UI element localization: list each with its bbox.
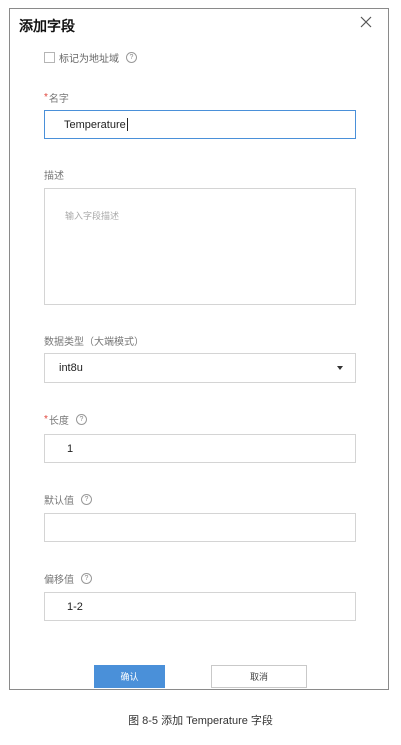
description-textarea[interactable]: 输入字段描述 — [44, 188, 356, 305]
address-field-checkbox-row: 标记为地址域 ? — [44, 50, 137, 65]
required-mark: * — [44, 92, 48, 103]
confirm-button[interactable]: 确认 — [94, 665, 165, 688]
default-value-label-text: 默认值 — [44, 496, 74, 507]
address-field-checkbox[interactable] — [44, 51, 55, 63]
figure-caption: 图 8-5 添加 Temperature 字段 — [128, 715, 273, 727]
offset-label: 偏移值 ? — [44, 571, 92, 586]
offset-label-text: 偏移值 — [44, 575, 74, 586]
data-type-select[interactable]: int8u — [44, 353, 356, 383]
address-field-checkbox-label: 标记为地址域 — [59, 53, 119, 65]
cancel-button[interactable]: 取消 — [211, 665, 307, 688]
data-type-label-text: 数据类型（大端模式） — [44, 337, 144, 348]
default-value-label: 默认值 ? — [44, 492, 92, 507]
data-type-label: 数据类型（大端模式） — [44, 333, 144, 348]
length-input-value: 1 — [67, 442, 74, 455]
name-label: * 名字 — [44, 90, 69, 105]
default-value-input[interactable] — [44, 513, 356, 542]
help-icon[interactable]: ? — [81, 494, 92, 505]
help-icon[interactable]: ? — [126, 51, 137, 63]
offset-input-value: 1-2 — [67, 600, 83, 613]
name-label-text: 名字 — [48, 94, 69, 105]
length-input[interactable]: 1 — [44, 434, 356, 463]
chevron-down-icon — [337, 366, 343, 370]
description-label: 描述 — [44, 167, 64, 182]
help-icon[interactable]: ? — [75, 414, 87, 425]
description-placeholder: 输入字段描述 — [65, 211, 120, 221]
text-caret — [126, 118, 128, 131]
name-input-value: Temperature — [64, 118, 126, 131]
length-label-text: 长度 — [48, 416, 69, 427]
offset-input[interactable]: 1-2 — [44, 592, 356, 621]
dialog-title: 添加字段 — [19, 18, 75, 34]
data-type-value: int8u — [59, 362, 83, 374]
description-label-text: 描述 — [44, 171, 64, 182]
length-label: * 长度 ? — [44, 412, 87, 427]
help-icon[interactable]: ? — [81, 573, 92, 584]
name-input[interactable]: Temperature — [44, 110, 356, 139]
close-icon[interactable] — [358, 14, 374, 30]
required-mark: * — [44, 414, 48, 425]
